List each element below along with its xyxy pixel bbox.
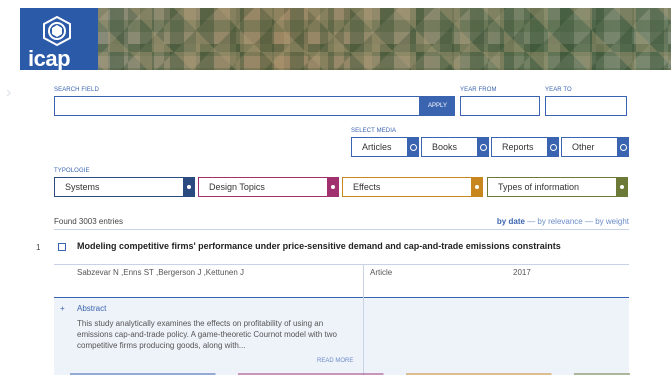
typology-types-of-information[interactable]: Types of information	[487, 177, 628, 197]
media-articles-label: Articles	[362, 142, 392, 152]
sort-by-relevance[interactable]: by relevance	[537, 217, 582, 226]
typology-effects[interactable]: Effects	[342, 177, 483, 197]
entry-type: Article	[370, 268, 393, 277]
sort-separator: —	[524, 217, 538, 226]
typology-design-topics[interactable]: Design Topics	[198, 177, 339, 197]
logo-hex-icon	[43, 16, 71, 46]
media-articles[interactable]: Articles	[351, 137, 419, 157]
results-count: Found 3003 entries	[54, 217, 123, 226]
sort-separator: —	[582, 217, 596, 226]
typology-systems-dropdown-icon	[183, 177, 195, 197]
header-banner: icap	[20, 8, 671, 70]
entry-authors: Sabzevar N ,Enns ST ,Bergerson J ,Kettun…	[77, 268, 245, 277]
abstract-toggle[interactable]: Abstract	[77, 304, 106, 313]
banner-fields-texture-2	[20, 8, 671, 70]
abstract-text: This study analytically examines the eff…	[77, 319, 337, 350]
abstract-expand-icon[interactable]: +	[60, 304, 65, 313]
sort-by-date[interactable]: by date	[497, 217, 525, 226]
logo[interactable]: icap	[20, 8, 98, 70]
media-articles-toggle-icon	[407, 137, 419, 157]
year-from-input[interactable]	[460, 96, 540, 116]
media-reports-toggle-icon	[547, 137, 559, 157]
year-to-label: YEAR TO	[545, 87, 572, 93]
results-divider	[54, 229, 629, 230]
media-reports[interactable]: Reports	[491, 137, 559, 157]
typology-label: TYPOLOGIE	[54, 168, 90, 174]
typology-effects-dropdown-icon	[471, 177, 483, 197]
year-from-label: YEAR FROM	[460, 87, 497, 93]
media-other-label: Other	[572, 142, 595, 152]
media-books[interactable]: Books	[421, 137, 489, 157]
entry-year: 2017	[513, 268, 531, 277]
typology-types-dropdown-icon	[616, 177, 628, 197]
media-books-toggle-icon	[477, 137, 489, 157]
search-input[interactable]	[54, 96, 420, 116]
typology-design-topics-label: Design Topics	[209, 182, 265, 192]
entry-divider	[54, 264, 629, 265]
logo-text: icap	[28, 46, 71, 70]
entry-title[interactable]: Modeling competitive firms' performance …	[77, 241, 561, 251]
typology-types-label: Types of information	[498, 182, 580, 192]
media-other[interactable]: Other	[561, 137, 629, 157]
typology-effects-label: Effects	[353, 182, 381, 192]
media-other-toggle-icon	[617, 137, 629, 157]
year-to-input[interactable]	[545, 96, 627, 116]
sort-options: by date — by relevance — by weight	[497, 217, 629, 226]
apply-button[interactable]: APPLY	[420, 96, 455, 116]
media-books-label: Books	[432, 142, 458, 152]
side-decoration: ›	[6, 84, 12, 101]
typology-systems-label: Systems	[65, 182, 100, 192]
media-reports-label: Reports	[502, 142, 534, 152]
typology-systems[interactable]: Systems	[54, 177, 195, 197]
column-divider	[363, 264, 364, 375]
entry-number: 1	[36, 243, 41, 252]
entry-checkbox[interactable]	[58, 243, 66, 251]
search-field-label: SEARCH FIELD	[54, 87, 99, 93]
typology-design-topics-dropdown-icon	[327, 177, 339, 197]
read-more-link[interactable]: READ MORE	[317, 358, 353, 364]
select-media-label: SELECT MEDIA	[351, 128, 397, 134]
sort-by-weight[interactable]: by weight	[595, 217, 629, 226]
